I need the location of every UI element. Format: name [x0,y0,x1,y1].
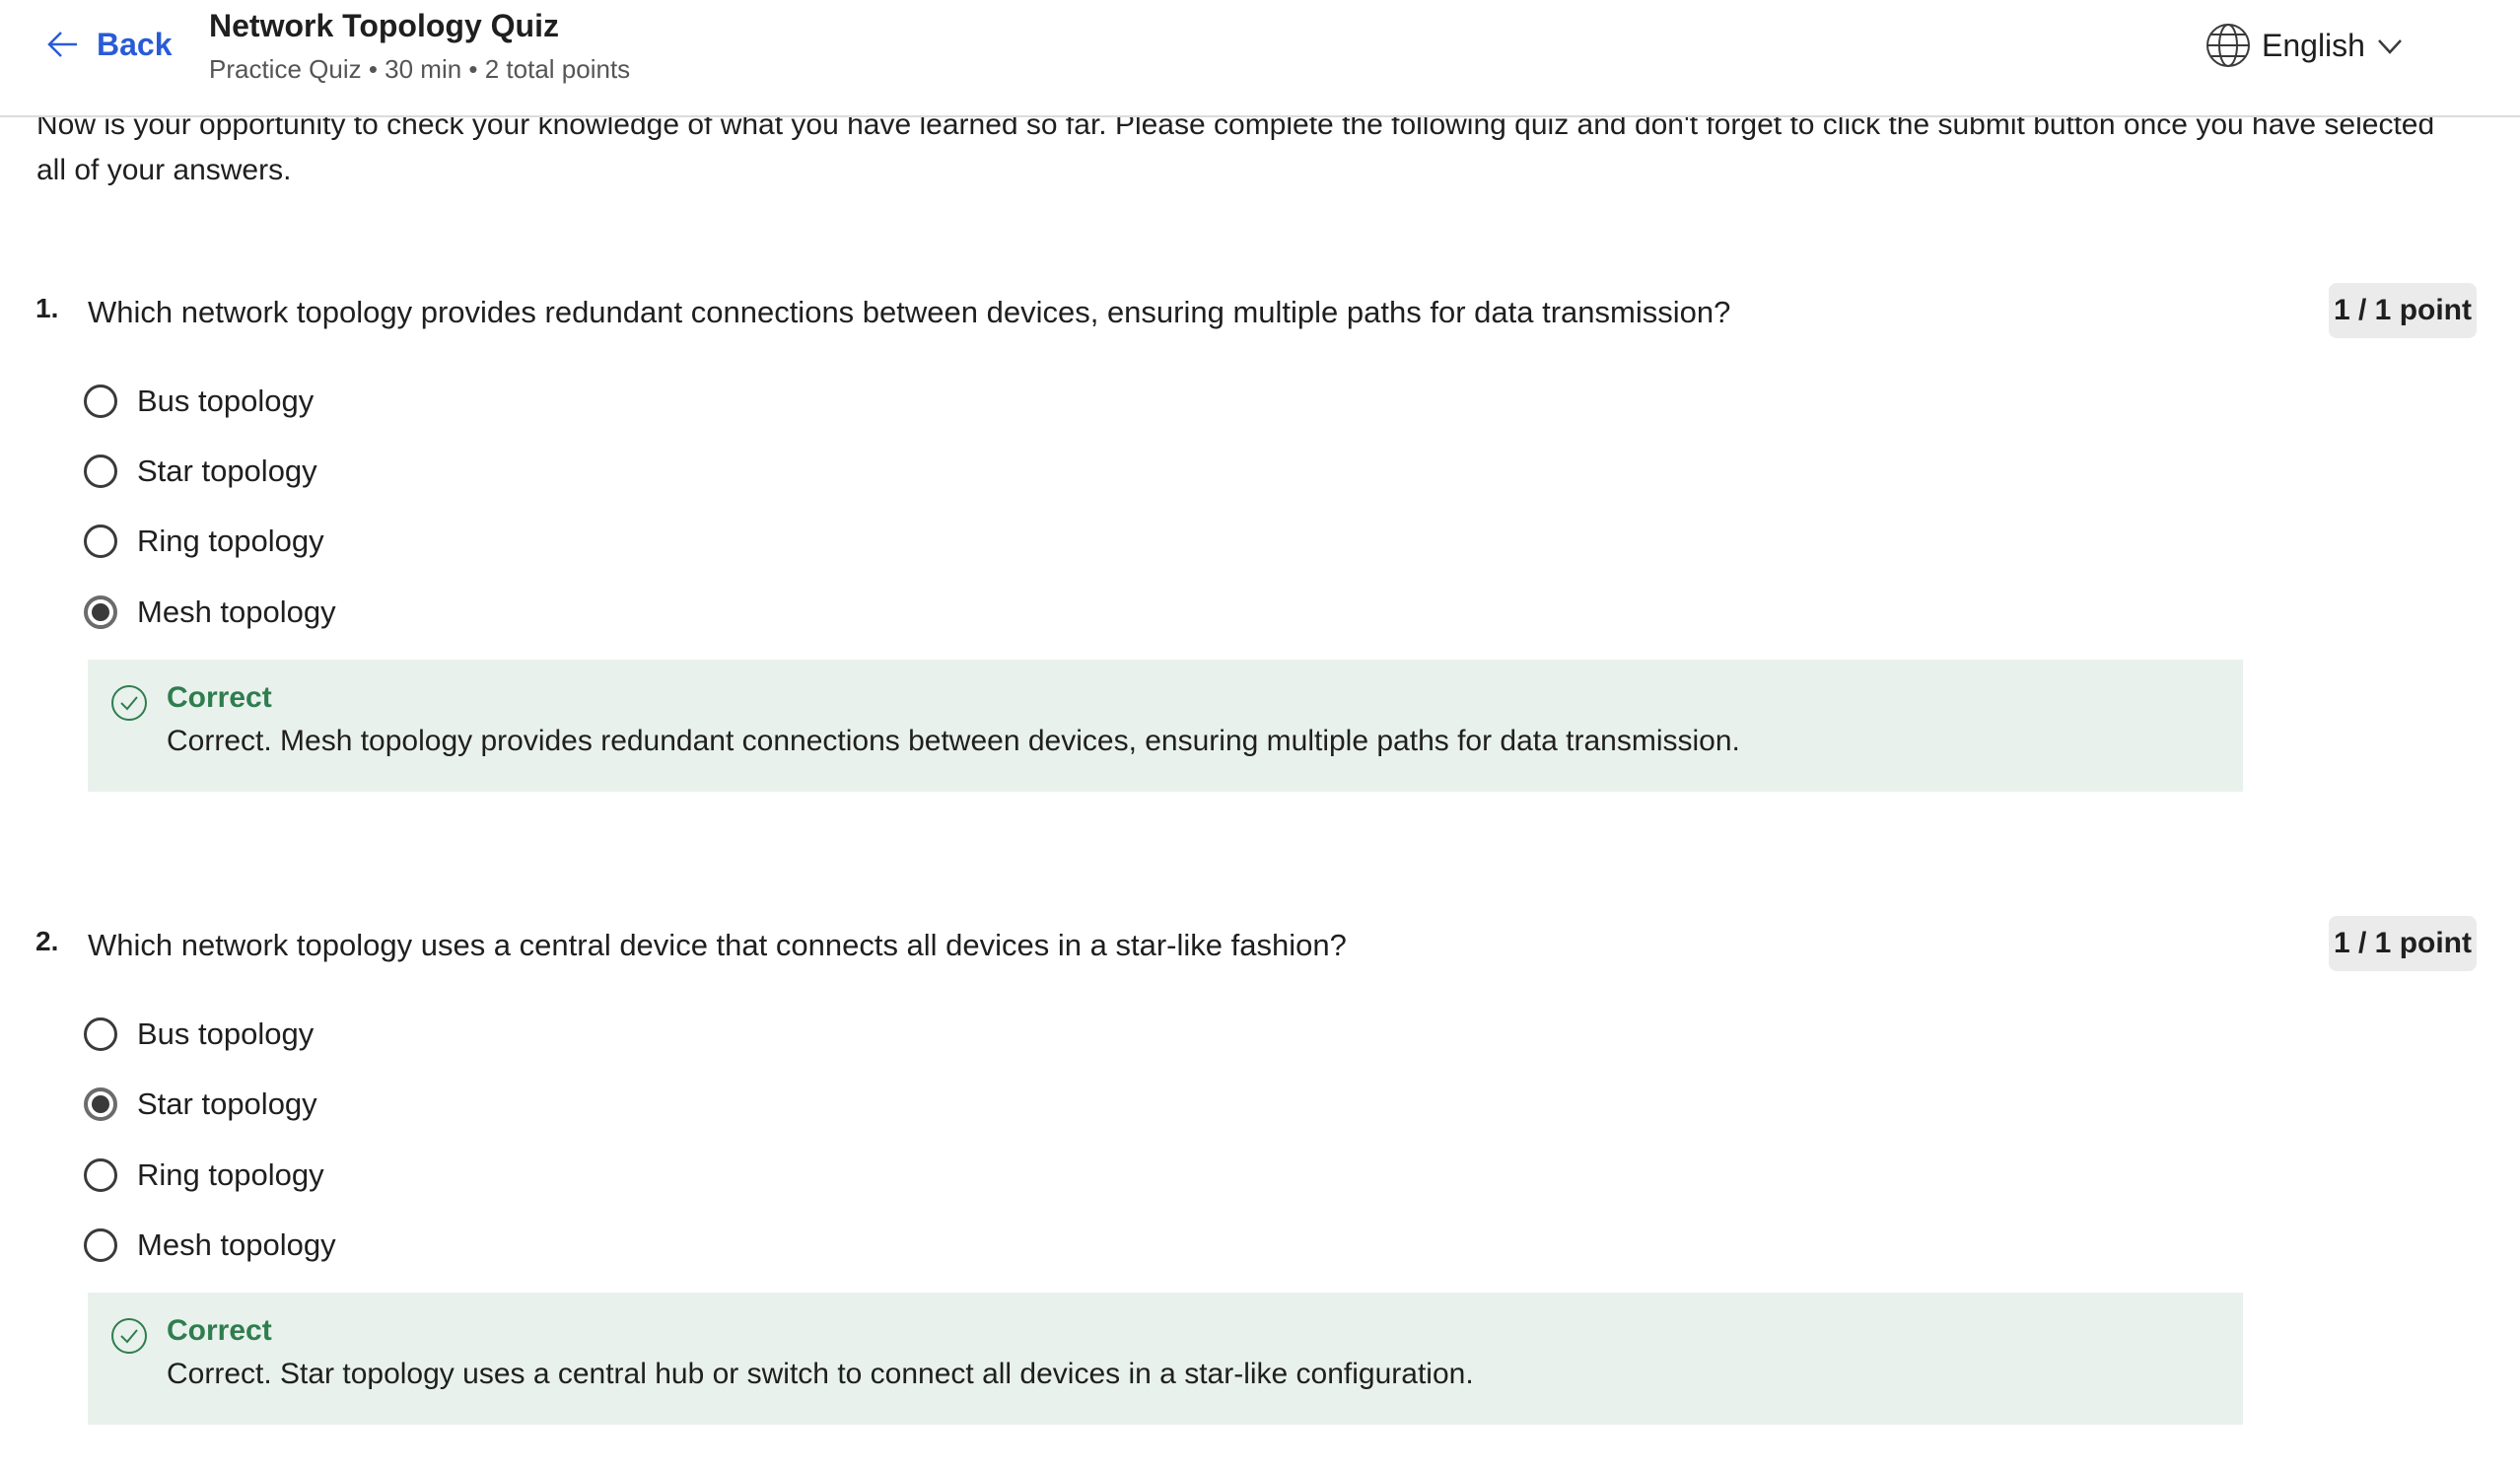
top-header: Back Network Topology Quiz Practice Quiz… [0,0,2520,117]
option-label: Star topology [137,454,317,488]
arrow-left-icon [47,32,77,57]
radio-button-selected[interactable] [84,1087,117,1121]
option-bus[interactable]: Bus topology [84,1013,314,1056]
language-label: English [2262,27,2365,63]
option-bus[interactable]: Bus topology [84,380,314,423]
radio-button-selected[interactable] [84,595,117,629]
question-text: Which network topology provides redundan… [88,295,1731,329]
option-mesh[interactable]: Mesh topology [84,591,336,634]
points-badge: 1 / 1 point [2329,283,2477,338]
question-text: Which network topology uses a central de… [88,928,1347,962]
radio-button[interactable] [84,525,117,558]
radio-button[interactable] [84,1017,117,1051]
radio-button[interactable] [84,1228,117,1262]
question-number: 2. [35,926,59,956]
feedback-box: Correct Correct. Mesh topology provides … [88,660,2243,792]
points-badge: 1 / 1 point [2329,916,2477,971]
option-label: Bus topology [137,384,315,418]
quiz-meta: Practice Quiz • 30 min • 2 total points [209,54,631,84]
radio-button[interactable] [84,1158,117,1192]
option-ring[interactable]: Ring topology [84,520,324,563]
language-selector[interactable]: English [2205,22,2405,69]
back-label: Back [97,26,173,62]
option-label: Mesh topology [137,595,336,629]
chevron-down-icon [2378,39,2402,54]
radio-button[interactable] [84,385,117,418]
feedback-box: Correct Correct. Star topology uses a ce… [88,1293,2243,1425]
radio-dot [92,1095,109,1113]
option-label: Ring topology [137,524,324,558]
option-label: Bus topology [137,1016,315,1051]
title-block: Network Topology Quiz Practice Quiz • 30… [209,6,630,87]
check-circle-icon [111,1318,147,1354]
option-label: Mesh topology [137,1227,336,1262]
option-label: Ring topology [137,1157,324,1192]
option-star[interactable]: Star topology [84,1083,317,1126]
globe-icon [2206,24,2250,67]
check-circle-icon [111,685,147,721]
radio-button[interactable] [84,455,117,488]
page-title: Network Topology Quiz [209,8,559,43]
option-star[interactable]: Star topology [84,450,317,493]
option-label: Star topology [137,1086,317,1121]
radio-dot [92,603,109,621]
back-button[interactable]: Back [43,20,173,69]
option-ring[interactable]: Ring topology [84,1154,324,1197]
feedback-title: Correct [167,1314,272,1347]
feedback-text: Correct. Star topology uses a central hu… [167,1358,1474,1390]
feedback-title: Correct [167,681,272,714]
feedback-text: Correct. Mesh topology provides redundan… [167,725,1740,757]
option-mesh[interactable]: Mesh topology [84,1224,336,1267]
question-number: 1. [35,293,59,323]
